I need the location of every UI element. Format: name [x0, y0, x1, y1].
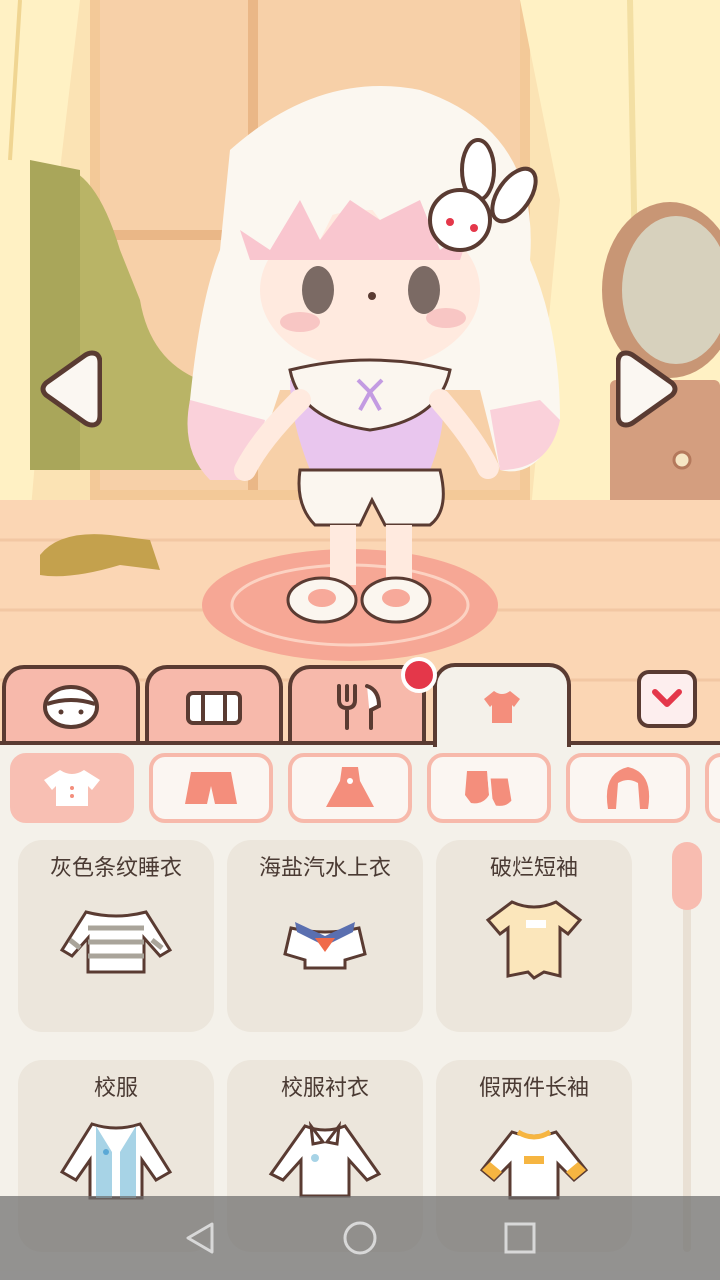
scrollbar-track — [683, 860, 691, 1252]
item-label: 海盐汽水上衣 — [258, 856, 391, 881]
character-scene — [0, 0, 720, 745]
home-icon — [343, 1221, 377, 1255]
striped-sweater-icon — [59, 910, 173, 974]
subcat-hair[interactable] — [566, 753, 690, 823]
layered-longsleeve-icon — [479, 1129, 589, 1200]
next-arrow-button[interactable] — [616, 345, 680, 433]
back-icon — [186, 1222, 214, 1254]
subcat-more[interactable] — [705, 753, 720, 823]
subcat-tops[interactable] — [10, 753, 134, 823]
previous-arrow-button[interactable] — [38, 345, 102, 433]
dress-icon — [326, 767, 374, 807]
recents-button[interactable] — [500, 1218, 540, 1258]
sailor-top-icon — [283, 922, 367, 970]
item-label: 校服衬衣 — [280, 1076, 369, 1101]
fork-knife-icon — [337, 684, 382, 730]
top-icon — [44, 770, 100, 806]
collapse-panel-button[interactable] — [637, 670, 697, 728]
uniform-shirt-icon — [268, 1120, 382, 1198]
home-button[interactable] — [340, 1218, 380, 1258]
tab-face[interactable] — [2, 665, 140, 745]
item-card[interactable]: 破烂短袖 — [436, 840, 632, 1032]
item-card[interactable]: 灰色条纹睡衣 — [18, 840, 214, 1032]
item-label: 假两件长袖 — [478, 1076, 589, 1101]
item-card[interactable]: 海盐汽水上衣 — [227, 840, 423, 1032]
subcat-socks[interactable] — [427, 753, 551, 823]
item-label: 校服 — [93, 1076, 138, 1101]
room-background — [0, 0, 720, 745]
recents-icon — [504, 1222, 536, 1254]
subcat-dresses[interactable] — [288, 753, 412, 823]
notification-dot — [401, 657, 437, 693]
furniture-icon — [186, 691, 242, 725]
tab-clothing[interactable] — [433, 663, 571, 747]
left-arrow-icon — [40, 350, 102, 428]
shirt-icon — [484, 691, 520, 723]
item-label: 灰色条纹睡衣 — [49, 856, 182, 881]
scrollbar-thumb[interactable] — [672, 842, 702, 910]
socks-icon — [465, 771, 515, 809]
category-tab-bar — [0, 657, 720, 747]
school-uniform-icon — [59, 1122, 173, 1200]
item-label: 破烂短袖 — [489, 856, 578, 881]
shorts-icon — [185, 772, 237, 804]
subcategory-bar — [0, 745, 720, 833]
hair-icon — [606, 767, 650, 809]
tab-furniture[interactable] — [145, 665, 283, 745]
face-icon — [43, 685, 99, 729]
right-arrow-icon — [616, 350, 678, 428]
tattered-tshirt-icon — [485, 900, 583, 980]
back-button[interactable] — [180, 1218, 220, 1258]
chevron-down-icon — [652, 689, 682, 707]
subcat-bottoms[interactable] — [149, 753, 273, 823]
